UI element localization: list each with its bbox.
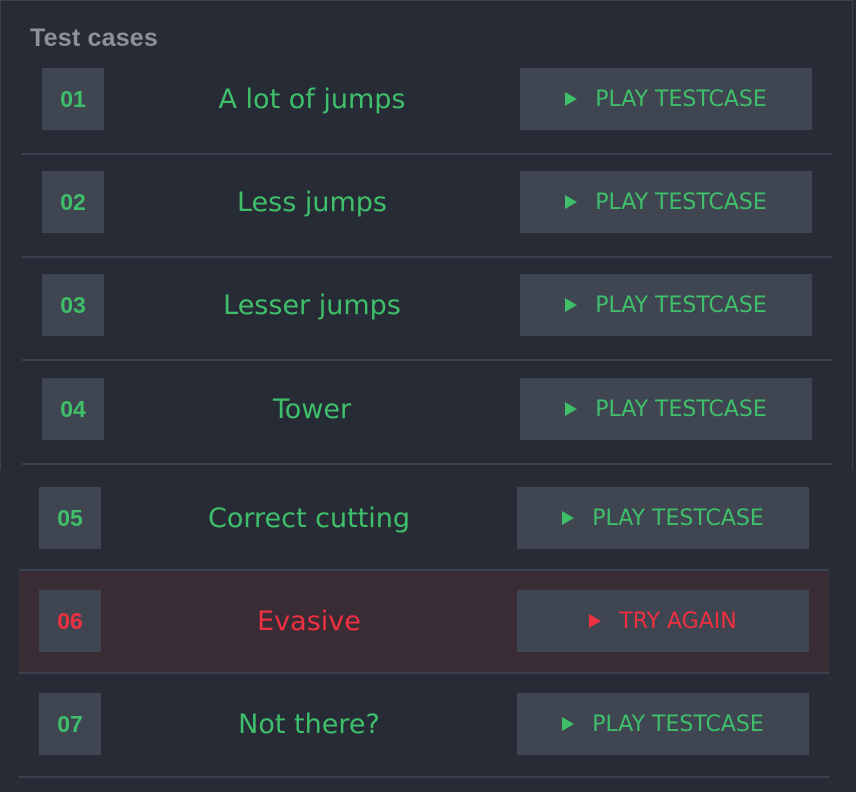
testcase-number: 07 xyxy=(39,693,101,755)
testcase-row-06: 06 Evasive TRY AGAIN xyxy=(19,571,829,674)
play-testcase-button[interactable]: PLAY TESTCASE xyxy=(520,378,812,440)
button-label: PLAY TESTCASE xyxy=(595,292,767,318)
testcase-number: 03 xyxy=(42,274,104,336)
testcase-row-05: 05 Correct cutting PLAY TESTCASE xyxy=(19,471,829,571)
testcase-number: 02 xyxy=(42,171,104,233)
testcase-name: Evasive xyxy=(257,605,361,637)
testcase-number: 01 xyxy=(42,68,104,130)
testcase-row-04: 04 Tower PLAY TESTCASE xyxy=(22,362,832,465)
testcase-number: 05 xyxy=(39,487,101,549)
button-label: PLAY TESTCASE xyxy=(595,86,767,112)
testcase-number: 04 xyxy=(42,378,104,440)
testcase-row-07: 07 Not there? PLAY TESTCASE xyxy=(19,674,829,778)
play-icon xyxy=(565,195,578,209)
play-icon xyxy=(562,717,575,731)
testcase-name: Correct cutting xyxy=(207,502,410,534)
testcase-name: Lesser jumps xyxy=(223,289,401,321)
button-label: PLAY TESTCASE xyxy=(595,189,767,215)
testcase-name: Not there? xyxy=(238,708,380,740)
testcase-row-02: 02 Less jumps PLAY TESTCASE xyxy=(22,155,832,258)
play-testcase-button[interactable]: PLAY TESTCASE xyxy=(520,274,812,336)
testcase-number: 06 xyxy=(39,590,101,652)
panel-title: Test cases xyxy=(30,24,159,52)
play-testcase-button[interactable]: PLAY TESTCASE xyxy=(517,693,809,755)
play-icon xyxy=(565,92,578,106)
testcase-name: Tower xyxy=(272,393,352,425)
play-icon xyxy=(589,614,602,628)
play-testcase-button[interactable]: PLAY TESTCASE xyxy=(520,171,812,233)
play-testcase-button[interactable]: PLAY TESTCASE xyxy=(517,487,809,549)
button-label: PLAY TESTCASE xyxy=(592,505,764,531)
testcase-row-03: 03 Lesser jumps PLAY TESTCASE xyxy=(22,258,832,361)
testcase-row-01: 01 A lot of jumps PLAY TESTCASE xyxy=(22,52,832,155)
play-testcase-button[interactable]: PLAY TESTCASE xyxy=(520,68,812,130)
testcase-name: A lot of jumps xyxy=(218,83,406,115)
button-label: TRY AGAIN xyxy=(619,608,737,634)
try-again-button[interactable]: TRY AGAIN xyxy=(517,590,809,652)
button-label: PLAY TESTCASE xyxy=(595,396,767,422)
button-label: PLAY TESTCASE xyxy=(592,711,764,737)
play-icon xyxy=(565,402,578,416)
play-icon xyxy=(562,511,575,525)
testcase-name: Less jumps xyxy=(236,186,388,218)
testcases-panel: Test cases 01 A lot of jumps PLAY TESTCA… xyxy=(0,0,856,792)
play-icon xyxy=(565,298,578,312)
